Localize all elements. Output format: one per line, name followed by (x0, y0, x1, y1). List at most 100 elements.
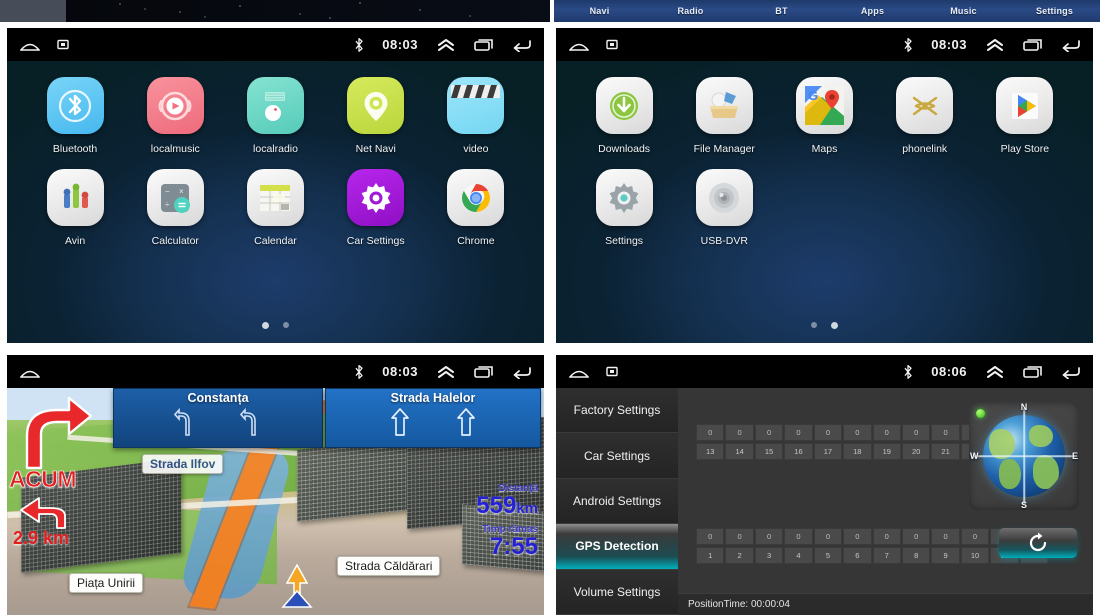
screenshot-icon[interactable] (606, 366, 618, 377)
sat-signal: 0 (696, 528, 725, 545)
screenshot-icon[interactable] (57, 39, 69, 50)
wallpaper-left-block (0, 0, 66, 22)
app-play-store[interactable]: Play Store (975, 77, 1075, 155)
avin-icon (46, 169, 104, 226)
app-label: Net Navi (355, 143, 396, 155)
sat-index: 4 (784, 547, 813, 564)
recents-icon[interactable] (1023, 365, 1043, 379)
sign-right-title: Strada Halelor (390, 391, 476, 405)
sidebar-item-gps-detection[interactable]: GPS Detection (556, 524, 678, 570)
sat-signal: 0 (872, 424, 901, 441)
chevron-up-icon[interactable] (436, 365, 456, 379)
maneuver-arrow-icon (25, 396, 93, 470)
back-icon[interactable] (1061, 38, 1081, 52)
sat-index: 1 (696, 547, 725, 564)
app-phonelink[interactable]: phonelink (875, 77, 975, 155)
settings-gear-icon (595, 169, 653, 226)
sat-signal: 0 (901, 424, 931, 441)
page-indicator[interactable] (7, 322, 544, 329)
app-label: phonelink (902, 143, 948, 155)
sidebar-item-car-settings[interactable]: Car Settings (556, 433, 678, 479)
app-avin[interactable]: Avin (25, 169, 125, 247)
app-label: Downloads (598, 143, 651, 155)
app-wallpaper: Bluetooth localmusic localradio Net Navi… (7, 61, 544, 343)
sidebar-item-android-settings[interactable]: Android Settings (556, 478, 678, 525)
app-calculator[interactable]: − × ÷ Calculator (125, 169, 225, 247)
nav-item-bt[interactable]: BT (736, 6, 827, 16)
app-label: Calculator (151, 235, 199, 247)
head-unit-nav-bar[interactable]: Navi Radio BT Apps Music Settings (554, 0, 1100, 22)
page-dot-1[interactable] (262, 322, 269, 329)
page-dot-1[interactable] (811, 322, 817, 328)
status-time: 08:03 (382, 37, 418, 52)
nav-item-settings[interactable]: Settings (1009, 6, 1100, 16)
gps-status-panel: N S E W (953, 388, 1093, 615)
nav-item-apps[interactable]: Apps (827, 6, 918, 16)
app-downloads[interactable]: Downloads (574, 77, 674, 155)
eta-panel: Distanță 559km Timp rămas 7:55 (476, 483, 538, 559)
status-bar: 08:03 (7, 28, 544, 61)
recents-icon[interactable] (474, 365, 494, 379)
map-pin-icon (347, 77, 405, 134)
lane-arrow-left-icon (174, 407, 190, 436)
refresh-button[interactable] (999, 528, 1077, 558)
back-icon[interactable] (512, 38, 532, 52)
page-dot-2[interactable] (283, 322, 289, 328)
play-store-icon (996, 77, 1054, 134)
camera-lens-icon (695, 169, 753, 226)
home-icon[interactable] (19, 365, 41, 379)
map-canvas[interactable]: Constanța Strada Halelor ACUM 2.9 km Pia… (7, 388, 544, 615)
back-icon[interactable] (1061, 365, 1081, 379)
distance-value-row: 559km (476, 494, 538, 518)
sat-index: 13 (696, 443, 725, 460)
app-maps[interactable]: G Maps (774, 77, 874, 155)
app-grid-row2: Settings USB-DVR (556, 155, 1093, 247)
poi-label-hidden: Strada Ilfov (142, 454, 224, 474)
app-car-settings[interactable]: Car Settings (326, 169, 426, 247)
app-net-navi[interactable]: Net Navi (326, 77, 426, 155)
status-time: 08:03 (931, 37, 967, 52)
gps-detection-content: 0 0 0 0 0 0 0 0 0 0 0 0 13 14 15 (678, 388, 1093, 615)
bluetooth-icon (354, 364, 364, 380)
sign-left-arrows (174, 407, 262, 437)
nav-item-navi[interactable]: Navi (554, 6, 645, 16)
chevron-up-icon[interactable] (985, 38, 1005, 52)
sidebar-item-factory-settings[interactable]: Factory Settings (556, 388, 678, 434)
app-label: Car Settings (346, 235, 405, 247)
download-icon (595, 77, 653, 134)
app-usb-dvr[interactable]: USB-DVR (674, 169, 774, 247)
compass-globe-widget: N S E W (969, 402, 1079, 510)
recents-icon[interactable] (474, 38, 494, 52)
chrome-icon (447, 169, 505, 226)
app-localradio[interactable]: localradio (225, 77, 325, 155)
app-label: localradio (253, 143, 298, 155)
panel-gps-settings: 08:06 Factory Settings Car Settings Andr… (556, 355, 1093, 615)
chevron-up-icon[interactable] (985, 365, 1005, 379)
chevron-up-icon[interactable] (436, 38, 456, 52)
app-chrome[interactable]: Chrome (426, 169, 526, 247)
home-icon[interactable] (568, 38, 590, 52)
back-icon[interactable] (512, 365, 532, 379)
clapperboard-icon (447, 77, 505, 134)
sat-index: 17 (813, 443, 843, 460)
nav-item-music[interactable]: Music (918, 6, 1009, 16)
app-bluetooth[interactable]: Bluetooth (25, 77, 125, 155)
app-settings[interactable]: Settings (574, 169, 674, 247)
nav-item-radio[interactable]: Radio (645, 6, 736, 16)
app-localmusic[interactable]: localmusic (125, 77, 225, 155)
app-file-manager[interactable]: File Manager (674, 77, 774, 155)
panel-app-drawer-page2: 08:03 Downloads File Manager G Maps phon… (556, 28, 1093, 343)
bluetooth-icon (903, 37, 913, 53)
screenshot-icon[interactable] (606, 39, 618, 50)
app-calendar[interactable]: Calendar (225, 169, 325, 247)
recents-icon[interactable] (1023, 38, 1043, 52)
home-icon[interactable] (19, 38, 41, 52)
svg-text:×: × (179, 187, 184, 196)
sidebar-item-volume-settings[interactable]: Volume Settings (556, 569, 678, 615)
home-icon[interactable] (568, 365, 590, 379)
app-grid-row1: Downloads File Manager G Maps phonelink … (556, 61, 1093, 155)
app-video[interactable]: video (426, 77, 526, 155)
sat-signal: 0 (754, 528, 784, 545)
page-indicator[interactable] (556, 322, 1093, 329)
page-dot-2[interactable] (831, 322, 838, 329)
